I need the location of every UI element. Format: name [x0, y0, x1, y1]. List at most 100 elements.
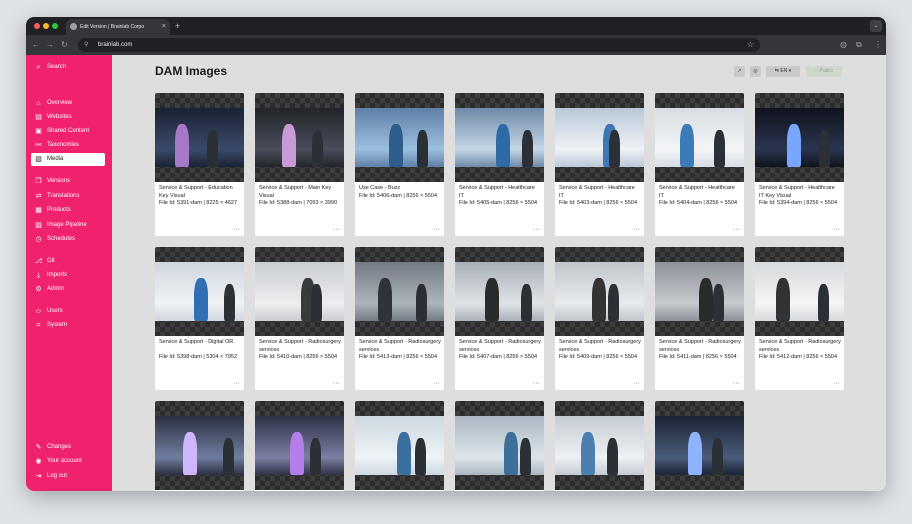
image-thumbnail[interactable]: [655, 93, 744, 182]
tab-close-icon[interactable]: ×: [162, 19, 166, 35]
sidebar-item-search[interactable]: ⌕ Search: [31, 61, 105, 74]
more-options-icon[interactable]: ···: [333, 226, 340, 234]
sidebar-item-media[interactable]: ▧ Media: [31, 153, 105, 166]
image-card[interactable]: Service & Support - Education Key Visual…: [155, 93, 244, 236]
image-thumbnail[interactable]: [655, 401, 744, 490]
image-thumbnail[interactable]: [255, 401, 344, 490]
sidebar-item-overview[interactable]: ⌂ Overview: [31, 97, 105, 110]
image-card[interactable]: Service & Support - Radiosurgery service…: [355, 247, 444, 390]
sidebar-item-changes[interactable]: ✎ Changes: [31, 441, 105, 454]
more-options-icon[interactable]: ···: [633, 226, 640, 234]
image-card[interactable]: [555, 401, 644, 491]
settings-button[interactable]: ◎: [750, 66, 761, 77]
image-card[interactable]: Service & Support - Radiosurgery service…: [655, 247, 744, 390]
image-card[interactable]: Service & Support - Radiosurgery service…: [455, 247, 544, 390]
image-thumbnail[interactable]: [355, 401, 444, 490]
language-select[interactable]: ⇆ EN ▾: [766, 66, 800, 77]
sidebar-item-websites[interactable]: ▤ Websites: [31, 111, 105, 124]
sidebar-item-users[interactable]: ☺ Users: [31, 305, 105, 318]
public-toggle[interactable]: ◌ Public: [806, 66, 842, 77]
more-options-icon[interactable]: ···: [833, 226, 840, 234]
image-card[interactable]: Service & Support - Digital OR File Id: 5…: [155, 247, 244, 390]
sidebar-item-shared-content[interactable]: ▣ Shared Content: [31, 125, 105, 138]
photo-figure: [713, 284, 724, 321]
more-options-icon[interactable]: ···: [233, 380, 240, 388]
more-options-icon[interactable]: ···: [633, 380, 640, 388]
sidebar-item-git[interactable]: ⎇ Git: [31, 255, 105, 268]
star-icon[interactable]: ☆: [747, 38, 754, 52]
open-external-button[interactable]: ↗: [734, 66, 745, 77]
more-options-icon[interactable]: ···: [233, 226, 240, 234]
image-thumbnail[interactable]: [455, 93, 544, 182]
image-thumbnail[interactable]: [255, 93, 344, 182]
image-thumbnail[interactable]: [755, 247, 844, 336]
image-thumbnail[interactable]: [555, 247, 644, 336]
image-card[interactable]: Service & Support - Radiosurgery service…: [755, 247, 844, 390]
image-thumbnail[interactable]: [555, 93, 644, 182]
menu-icon[interactable]: ⋮: [874, 39, 882, 51]
image-card[interactable]: Service & Support - Main Key Visual File …: [255, 93, 344, 236]
new-tab-button[interactable]: +: [175, 19, 180, 33]
more-options-icon[interactable]: ···: [533, 226, 540, 234]
forward-icon[interactable]: →: [46, 39, 54, 51]
sidebar-item-products[interactable]: ▦ Products: [31, 204, 105, 217]
card-title: Service & Support - Radiosurgery service…: [259, 339, 341, 353]
image-card[interactable]: Service & Support - Healthcare IT File Id…: [455, 93, 544, 236]
photo-image: [255, 108, 344, 167]
image-thumbnail[interactable]: [255, 247, 344, 336]
photo-figure: [183, 432, 197, 475]
image-card[interactable]: Service & Support - Healthcare IT Key Vi…: [755, 93, 844, 236]
image-thumbnail[interactable]: [155, 93, 244, 182]
image-thumbnail[interactable]: [355, 93, 444, 182]
browser-tab[interactable]: Edit Version | Brainlab Corpo ×: [66, 19, 170, 35]
image-card[interactable]: Use Case - Buzz File Id: 5406-dam | 8256 …: [355, 93, 444, 236]
sidebar-item-admin[interactable]: ⚙ Admin: [31, 283, 105, 296]
puzzle-icon[interactable]: ⧉: [856, 39, 862, 51]
more-options-icon[interactable]: ···: [533, 380, 540, 388]
image-thumbnail[interactable]: [455, 247, 544, 336]
sidebar-item-image-pipeline[interactable]: ▨ Image Pipeline: [31, 219, 105, 232]
image-thumbnail[interactable]: [155, 401, 244, 490]
file-info: File Id: 5405-dam | 8256 × 5504: [459, 200, 538, 206]
image-thumbnail[interactable]: [655, 247, 744, 336]
image-card[interactable]: Service & Support - Healthcare IT File Id…: [655, 93, 744, 236]
sidebar-item-translations[interactable]: ⇄ Translations: [31, 190, 105, 203]
changes-icon: ✎: [35, 444, 42, 451]
image-thumbnail[interactable]: [355, 247, 444, 336]
sidebar-item-log-out[interactable]: ⇥ Log out: [31, 470, 105, 483]
tab-search-icon[interactable]: ⌄: [870, 20, 882, 32]
more-options-icon[interactable]: ···: [433, 226, 440, 234]
log-out-icon: ⇥: [35, 473, 42, 480]
close-window-icon[interactable]: [34, 23, 40, 29]
more-options-icon[interactable]: ···: [433, 380, 440, 388]
image-card[interactable]: [455, 401, 544, 491]
sidebar-item-system[interactable]: ⌗ System: [31, 319, 105, 332]
image-thumbnail[interactable]: [555, 401, 644, 490]
image-thumbnail[interactable]: [755, 93, 844, 182]
image-thumbnail[interactable]: [155, 247, 244, 336]
sidebar-item-versions[interactable]: ❐ Versions: [31, 175, 105, 188]
minimize-window-icon[interactable]: [43, 23, 49, 29]
maximize-window-icon[interactable]: [52, 23, 58, 29]
sidebar-item-your-account[interactable]: ◉ Your account: [31, 455, 105, 468]
image-card[interactable]: Service & Support - Radiosurgery service…: [555, 247, 644, 390]
image-card[interactable]: [155, 401, 244, 491]
image-card[interactable]: [655, 401, 744, 491]
site-info-icon[interactable]: ⚲: [84, 38, 88, 52]
extension-icon[interactable]: ◍: [840, 39, 847, 51]
reload-icon[interactable]: ↻: [61, 39, 68, 51]
image-card[interactable]: Service & Support - Radiosurgery service…: [255, 247, 344, 390]
sidebar-item-schedules[interactable]: ◷ Schedules: [31, 233, 105, 246]
more-options-icon[interactable]: ···: [833, 380, 840, 388]
sidebar-item-taxonomies[interactable]: ⚯ Taxonomies: [31, 139, 105, 152]
image-card[interactable]: [355, 401, 444, 491]
more-options-icon[interactable]: ···: [733, 380, 740, 388]
sidebar-item-imports[interactable]: ⤓ Imports: [31, 269, 105, 282]
address-bar[interactable]: ⚲ brainlab.com ☆: [78, 38, 760, 52]
back-icon[interactable]: ←: [32, 39, 40, 51]
image-card[interactable]: Service & Support - Healthcare IT File Id…: [555, 93, 644, 236]
more-options-icon[interactable]: ···: [733, 226, 740, 234]
more-options-icon[interactable]: ···: [333, 380, 340, 388]
image-thumbnail[interactable]: [455, 401, 544, 490]
image-card[interactable]: [255, 401, 344, 491]
